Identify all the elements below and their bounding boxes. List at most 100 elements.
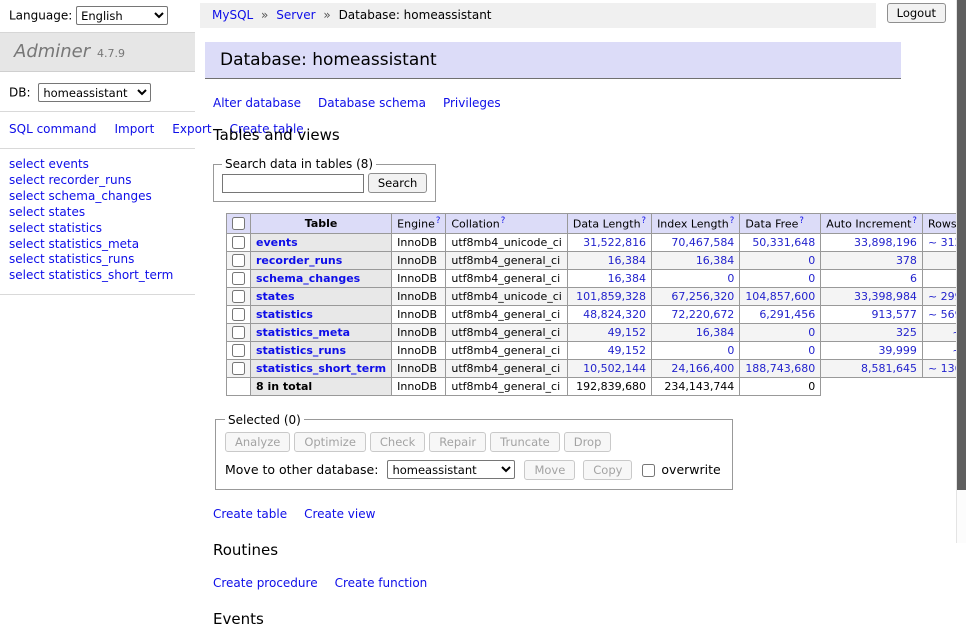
index-length-link[interactable]: 16,384: [696, 326, 735, 339]
optimize-button[interactable]: Optimize: [294, 432, 366, 452]
create-link[interactable]: Create table: [213, 507, 287, 521]
table-name-link[interactable]: statistics: [256, 308, 313, 321]
data-free-link[interactable]: 6,291,456: [759, 308, 815, 321]
sidebar-table-link[interactable]: select statistics_runs: [9, 252, 134, 266]
scrollbar-thumb[interactable]: [957, 0, 966, 490]
check-button[interactable]: Check: [370, 432, 425, 452]
index-length-link[interactable]: 0: [727, 344, 734, 357]
table-row: statistics_short_termInnoDButf8mb4_gener…: [227, 359, 966, 377]
auto-increment-link[interactable]: 33,898,196: [854, 236, 917, 249]
auto-increment-link[interactable]: 6: [910, 272, 917, 285]
analyze-button[interactable]: Analyze: [225, 432, 290, 452]
data-free-link[interactable]: 0: [808, 254, 815, 267]
column-help-link[interactable]: ?: [501, 216, 506, 226]
data-length-link[interactable]: 16,384: [608, 272, 647, 285]
column-help-link[interactable]: ?: [436, 216, 441, 226]
search-input[interactable]: [222, 174, 364, 193]
row-checkbox[interactable]: [232, 290, 245, 303]
data-length-link[interactable]: 16,384: [608, 254, 647, 267]
table-name-link[interactable]: statistics_meta: [256, 326, 350, 339]
repair-button[interactable]: Repair: [429, 432, 486, 452]
row-checkbox[interactable]: [232, 308, 245, 321]
data-free-link[interactable]: 50,331,648: [752, 236, 815, 249]
data-length-link[interactable]: 31,522,816: [583, 236, 646, 249]
db-action-link[interactable]: Database schema: [318, 96, 426, 110]
column-help-link[interactable]: ?: [730, 216, 735, 226]
auto-increment-link[interactable]: 325: [896, 326, 917, 339]
table-name-link[interactable]: recorder_runs: [256, 254, 342, 267]
sidebar-table-link[interactable]: select statistics_meta: [9, 237, 139, 251]
breadcrumb-separator: »: [261, 8, 268, 22]
index-length-link[interactable]: 70,467,584: [671, 236, 734, 249]
row-checkbox[interactable]: [232, 272, 245, 285]
breadcrumb-server-link[interactable]: Server: [276, 8, 315, 22]
sidebar-table-link[interactable]: select events: [9, 157, 89, 171]
data-free-link[interactable]: 188,743,680: [745, 362, 815, 375]
index-length-link[interactable]: 16,384: [696, 254, 735, 267]
auto-increment-link[interactable]: 33,398,984: [854, 290, 917, 303]
move-database-select[interactable]: homeassistant: [387, 460, 515, 479]
breadcrumb-mysql-link[interactable]: MySQL: [212, 8, 253, 22]
overwrite-checkbox[interactable]: [642, 464, 655, 477]
auto-increment-link[interactable]: 378: [896, 254, 917, 267]
data-length-link[interactable]: 48,824,320: [583, 308, 646, 321]
copy-button[interactable]: Copy: [583, 460, 632, 480]
sidebar-link[interactable]: Import: [114, 122, 154, 136]
row-checkbox[interactable]: [232, 344, 245, 357]
sidebar-table-link[interactable]: select states: [9, 205, 85, 219]
sidebar-table-link[interactable]: select statistics_short_term: [9, 268, 173, 282]
scrollbar[interactable]: [956, 0, 966, 543]
routine-link[interactable]: Create procedure: [213, 576, 318, 590]
engine-cell: InnoDB: [392, 287, 446, 305]
row-checkbox[interactable]: [232, 362, 245, 375]
truncate-button[interactable]: Truncate: [490, 432, 560, 452]
db-select[interactable]: homeassistant: [38, 83, 151, 102]
table-name-link[interactable]: schema_changes: [256, 272, 360, 285]
sidebar-link[interactable]: SQL command: [9, 122, 96, 136]
column-help-link[interactable]: ?: [642, 216, 647, 226]
table-name-link[interactable]: statistics_runs: [256, 344, 346, 357]
index-length-link[interactable]: 24,166,400: [671, 362, 734, 375]
table-name-link[interactable]: statistics_short_term: [256, 362, 386, 375]
search-button[interactable]: Search: [368, 173, 428, 193]
row-checkbox[interactable]: [232, 326, 245, 339]
app-version[interactable]: 4.7.9: [97, 47, 125, 60]
auto-increment-link[interactable]: 8,581,645: [861, 362, 917, 375]
data-free-link[interactable]: 0: [808, 272, 815, 285]
select-all-checkbox[interactable]: [232, 217, 245, 230]
move-button[interactable]: Move: [524, 460, 575, 480]
row-checkbox[interactable]: [232, 254, 245, 267]
column-header-label: Collation: [451, 218, 499, 231]
sidebar-table-link[interactable]: select statistics: [9, 221, 102, 235]
data-length-link[interactable]: 101,859,328: [576, 290, 646, 303]
column-header-label: Index Length: [657, 218, 729, 231]
create-link[interactable]: Create view: [304, 507, 375, 521]
auto-increment-link[interactable]: 913,577: [871, 308, 917, 321]
app-title-link[interactable]: Adminer: [14, 41, 90, 62]
data-length-link[interactable]: 49,152: [608, 326, 647, 339]
data-length-link[interactable]: 10,502,144: [583, 362, 646, 375]
drop-button[interactable]: Drop: [564, 432, 612, 452]
data-free-link[interactable]: 0: [808, 326, 815, 339]
index-length-link[interactable]: 0: [727, 272, 734, 285]
auto-increment-link[interactable]: 39,999: [878, 344, 917, 357]
index-length-link[interactable]: 67,256,320: [671, 290, 734, 303]
column-help-link[interactable]: ?: [799, 216, 804, 226]
routine-link[interactable]: Create function: [335, 576, 428, 590]
table-name-link[interactable]: events: [256, 236, 298, 249]
sidebar-table-link[interactable]: select recorder_runs: [9, 173, 132, 187]
db-action-link[interactable]: Privileges: [443, 96, 501, 110]
logout-button[interactable]: Logout: [887, 3, 946, 23]
data-free-link[interactable]: 104,857,600: [745, 290, 815, 303]
table-name-link[interactable]: states: [256, 290, 295, 303]
column-help-link[interactable]: ?: [912, 216, 917, 226]
data-free-link[interactable]: 0: [808, 344, 815, 357]
data-length-link[interactable]: 49,152: [608, 344, 647, 357]
row-checkbox[interactable]: [232, 236, 245, 249]
sidebar-table-link[interactable]: select schema_changes: [9, 189, 152, 203]
selected-buttons-row: AnalyzeOptimizeCheckRepairTruncateDrop: [225, 432, 721, 452]
index-length-link[interactable]: 72,220,672: [671, 308, 734, 321]
sidebar-table-item: select recorder_runs: [9, 173, 186, 189]
db-action-link[interactable]: Alter database: [213, 96, 301, 110]
language-select[interactable]: English: [76, 6, 168, 25]
